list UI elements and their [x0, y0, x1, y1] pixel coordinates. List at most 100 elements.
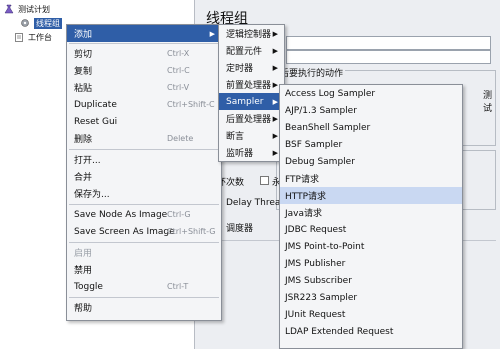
sampler-item-beanshell[interactable]: BeanShell Sampler: [280, 119, 462, 136]
tree-node-label: 测试计划: [18, 4, 50, 14]
sampler-item-jms-subscriber[interactable]: JMS Subscriber: [280, 272, 462, 289]
menu-item-pre-processor[interactable]: 前置处理器 ▶: [219, 76, 284, 93]
menu-item-listener[interactable]: 监听器 ▶: [219, 144, 284, 161]
shortcut-label: Ctrl-G: [167, 210, 191, 219]
chevron-right-icon: ▶: [272, 114, 278, 123]
sampler-item-access-log[interactable]: Access Log Sampler: [280, 85, 462, 102]
chevron-right-icon: ▶: [272, 29, 278, 38]
menu-item-label: BSF Sampler: [285, 139, 343, 150]
menu-item-disable[interactable]: 禁用: [67, 261, 221, 278]
menu-item-label: Duplicate: [74, 99, 117, 110]
menu-item-config-element[interactable]: 配置元件 ▶: [219, 42, 284, 59]
menu-item-enable: 启用: [67, 244, 221, 261]
tree-node-thread-group[interactable]: 线程组: [20, 16, 62, 30]
menu-item-label: 后置处理器: [226, 115, 272, 125]
chevron-right-icon: ▶: [272, 46, 278, 55]
menu-item-label: Save Screen As Image: [74, 226, 175, 237]
menu-item-label: Toggle: [74, 281, 103, 292]
shortcut-label: Ctrl-T: [167, 282, 189, 291]
menu-item-copy[interactable]: 复制 Ctrl-C: [67, 62, 221, 79]
comment-field[interactable]: [286, 50, 491, 64]
chevron-right-icon: ▶: [272, 131, 278, 140]
clipboard-icon: [14, 32, 24, 42]
sampler-item-jdbc[interactable]: JDBC Request: [280, 221, 462, 238]
sampler-item-debug[interactable]: Debug Sampler: [280, 153, 462, 170]
menu-item-help[interactable]: 帮助: [67, 299, 221, 316]
chevron-right-icon: ▶: [209, 29, 215, 38]
gear-icon: [20, 18, 30, 28]
tree-node-workbench[interactable]: 工作台: [14, 30, 52, 44]
menu-item-reset-gui[interactable]: Reset Gui: [67, 113, 221, 130]
menu-item-label: 打开...: [74, 156, 101, 166]
menu-item-label: 逻辑控制器: [226, 30, 272, 40]
sampler-item-ajp[interactable]: AJP/1.3 Sampler: [280, 102, 462, 119]
menu-item-merge[interactable]: 合并: [67, 168, 221, 185]
menu-item-timer[interactable]: 定时器 ▶: [219, 59, 284, 76]
add-submenu: 逻辑控制器 ▶ 配置元件 ▶ 定时器 ▶ 前置处理器 ▶ Sampler ▶ 后…: [218, 24, 285, 162]
menu-item-label: 保存为...: [74, 190, 110, 200]
sampler-item-junit[interactable]: JUnit Request: [280, 306, 462, 323]
sampler-item-java[interactable]: Java请求: [280, 204, 462, 221]
menu-item-sampler[interactable]: Sampler ▶: [219, 93, 284, 110]
menu-item-paste[interactable]: 粘贴 Ctrl-V: [67, 79, 221, 96]
sampler-submenu: Access Log Sampler AJP/1.3 Sampler BeanS…: [279, 84, 463, 349]
sampler-item-ldap-extended[interactable]: LDAP Extended Request: [280, 323, 462, 340]
menu-item-label: Debug Sampler: [285, 156, 355, 167]
menu-item-delete[interactable]: 删除 Delete: [67, 130, 221, 147]
shortcut-label: Ctrl+Shift-G: [167, 227, 216, 236]
chevron-right-icon: ▶: [272, 80, 278, 89]
shortcut-label: Ctrl-X: [167, 49, 190, 58]
menu-item-label: BeanShell Sampler: [285, 122, 371, 133]
sampler-item-jms-p2p[interactable]: JMS Point-to-Point: [280, 238, 462, 255]
sampler-item-bsf[interactable]: BSF Sampler: [280, 136, 462, 153]
menu-item-label: 帮助: [74, 304, 93, 314]
menu-item-label: 删除: [74, 135, 93, 145]
tree-node-test-plan[interactable]: 测试计划: [4, 2, 50, 16]
menu-item-label: 监听器: [226, 149, 254, 159]
menu-separator: [69, 43, 219, 44]
menu-item-label: 启用: [74, 249, 93, 259]
chevron-right-icon: ▶: [272, 148, 278, 157]
menu-item-label: Save Node As Image: [74, 209, 168, 220]
sampler-item-jsr223[interactable]: JSR223 Sampler: [280, 289, 462, 306]
tree-node-label: 线程组: [34, 17, 62, 29]
menu-item-cut[interactable]: 剪切 Ctrl-X: [67, 45, 221, 62]
menu-item-label: 剪切: [74, 50, 93, 60]
menu-item-label: FTP请求: [285, 175, 319, 185]
chevron-right-icon: ▶: [272, 97, 278, 106]
menu-item-label: JMS Point-to-Point: [285, 241, 365, 252]
menu-item-assertion[interactable]: 断言 ▶: [219, 127, 284, 144]
menu-item-label: Sampler: [226, 96, 264, 107]
menu-item-toggle[interactable]: Toggle Ctrl-T: [67, 278, 221, 295]
menu-item-label: LDAP Extended Request: [285, 326, 394, 337]
menu-item-save-node-image[interactable]: Save Node As Image Ctrl-G: [67, 206, 221, 223]
menu-item-post-processor[interactable]: 后置处理器 ▶: [219, 110, 284, 127]
sampler-item-jms-publisher[interactable]: JMS Publisher: [280, 255, 462, 272]
shortcut-label: Ctrl+Shift-C: [167, 100, 215, 109]
sampler-item-http[interactable]: HTTP请求: [280, 187, 462, 204]
forever-checkbox[interactable]: [260, 176, 269, 185]
menu-separator: [69, 149, 219, 150]
menu-item-label: 复制: [74, 67, 93, 77]
menu-item-save-as[interactable]: 保存为...: [67, 185, 221, 202]
menu-separator: [69, 297, 219, 298]
menu-item-add[interactable]: 添加 ▶: [67, 25, 221, 42]
menu-item-label: JDBC Request: [285, 224, 347, 235]
menu-item-label: 添加: [74, 30, 93, 40]
menu-item-save-screen-image[interactable]: Save Screen As Image Ctrl+Shift-G: [67, 223, 221, 240]
menu-item-label: Java请求: [285, 209, 323, 219]
menu-item-label: 配置元件: [226, 47, 263, 57]
menu-item-label: 断言: [226, 132, 245, 142]
delay-label: Delay Thread: [226, 198, 287, 208]
name-field[interactable]: [286, 36, 491, 50]
menu-item-label: JMS Publisher: [285, 258, 346, 269]
menu-item-label: 粘贴: [74, 84, 93, 94]
test-label: 测试: [483, 91, 493, 114]
menu-item-label: 前置处理器: [226, 81, 272, 91]
sampler-item-ftp[interactable]: FTP请求: [280, 170, 462, 187]
menu-item-open[interactable]: 打开...: [67, 151, 221, 168]
tree-node-label: 工作台: [28, 32, 52, 42]
menu-item-duplicate[interactable]: Duplicate Ctrl+Shift-C: [67, 96, 221, 113]
menu-item-logic-controller[interactable]: 逻辑控制器 ▶: [219, 25, 284, 42]
flask-icon: [4, 4, 14, 14]
